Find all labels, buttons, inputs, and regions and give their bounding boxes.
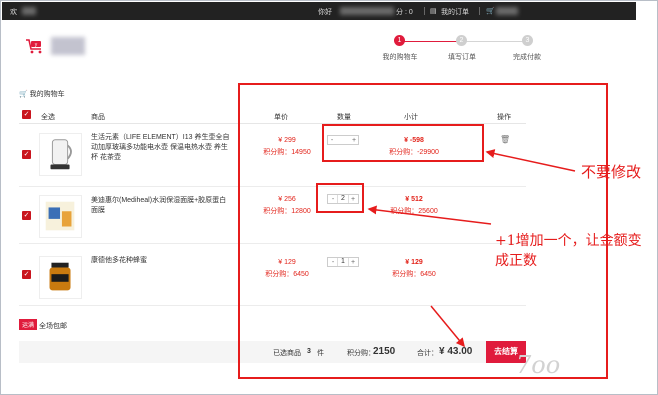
orders-icon: ▤: [430, 8, 437, 15]
product-name[interactable]: 康德他多花种蜂蜜: [91, 256, 231, 266]
step-label-2: 填写订单: [448, 54, 476, 61]
steps-progress: [400, 41, 462, 42]
item-checkbox[interactable]: ✓: [22, 211, 31, 220]
cart-section-title: 🛒 我的购物车: [19, 89, 65, 99]
step-dot-2: 2: [456, 35, 467, 46]
mask-image[interactable]: [39, 195, 82, 238]
kettle-image[interactable]: [39, 133, 82, 176]
blurred-cart-count: [496, 7, 518, 15]
product-name[interactable]: 生活元素（LIFE ELEMENT）I13 养生壶全自动加厚玻璃多功能电水壶 保…: [91, 133, 231, 163]
divider: [479, 7, 480, 15]
welcome-text: 欢: [10, 9, 17, 16]
product-name[interactable]: 美迪惠尔(Mediheal)水润保湿面膜+胶原蛋白面膜: [91, 196, 231, 216]
divider: [424, 7, 425, 15]
cart-title-text: 我的购物车: [29, 91, 65, 98]
highlight-row1: [322, 124, 484, 162]
highlight-qty-row2: [316, 183, 364, 213]
honey-image[interactable]: [39, 256, 82, 299]
free-shipping-text: 全场包邮: [39, 323, 67, 330]
cart-logo-icon[interactable]: y: [25, 38, 45, 54]
col-product: 商品: [91, 114, 105, 121]
item-checkbox[interactable]: ✓: [22, 150, 31, 159]
checkout-steps: 1 2 3 我的购物车 填写订单 完成付款: [376, 31, 551, 66]
points-short: 分 : 0: [396, 9, 413, 16]
greeting-text: 你好: [318, 9, 332, 16]
note-no-change: 不要修改: [581, 163, 642, 181]
note-explain: +1增加一个，让金额变成正数: [495, 233, 642, 269]
step-label-1: 我的购物车: [382, 54, 418, 61]
blurred-username: [22, 7, 36, 15]
select-all-label: 全选: [41, 114, 55, 121]
blurred-store-name: [51, 37, 85, 55]
item-checkbox[interactable]: ✓: [22, 270, 31, 279]
blurred-account: [340, 7, 394, 15]
watermark-logo: 7oo: [516, 351, 561, 379]
free-shipping-tag: 运满: [19, 319, 38, 330]
select-all-checkbox[interactable]: ✓: [22, 110, 31, 119]
step-dot-3: 3: [522, 35, 533, 46]
page-frame: 欢 你好 分 : 0 ▤ 我的订单 🛒 y 1 2 3 我的购物车 填写订单 完…: [0, 0, 658, 395]
my-orders-link[interactable]: 我的订单: [441, 7, 469, 17]
cart-small-icon: 🛒: [19, 91, 28, 98]
step-dot-1: 1: [394, 35, 405, 46]
top-bar: 欢 你好 分 : 0 ▤ 我的订单 🛒: [2, 2, 636, 20]
step-label-3: 完成付款: [513, 54, 541, 61]
cart-icon[interactable]: 🛒: [486, 7, 495, 15]
